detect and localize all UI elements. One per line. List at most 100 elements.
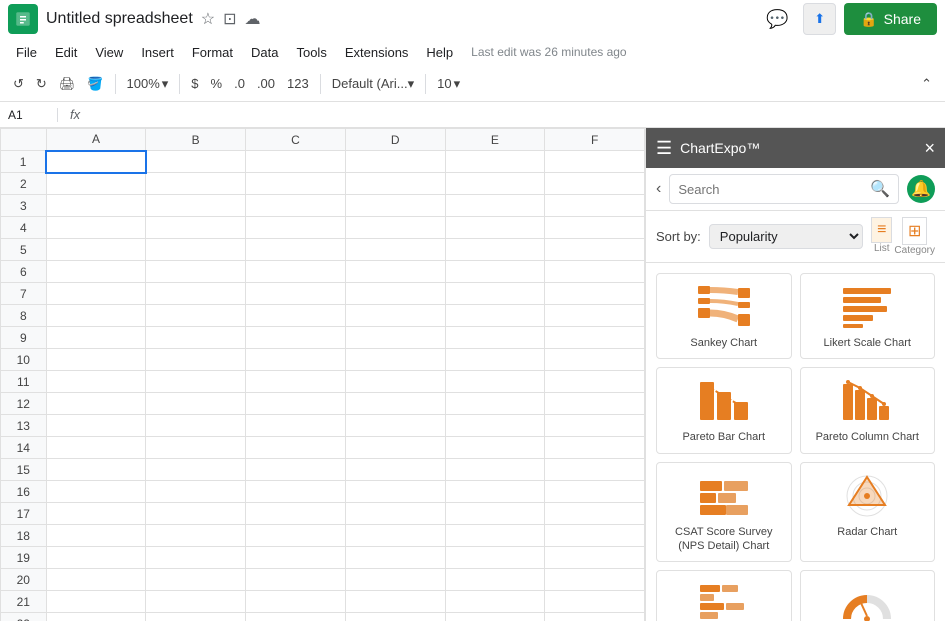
cell-F12[interactable]	[545, 393, 645, 415]
cell-E10[interactable]	[445, 349, 545, 371]
cell-E11[interactable]	[445, 371, 545, 393]
cell-F17[interactable]	[545, 503, 645, 525]
search-input[interactable]	[678, 182, 866, 197]
cell-C2[interactable]	[246, 173, 346, 195]
cell-F22[interactable]	[545, 613, 645, 621]
cell-C22[interactable]	[246, 613, 346, 621]
cell-A3[interactable]	[46, 195, 146, 217]
cloud-icon[interactable]: ☁	[245, 9, 261, 29]
cell-A13[interactable]	[46, 415, 146, 437]
chart-item-pareto-col[interactable]: Pareto Column Chart	[800, 367, 936, 453]
cell-E20[interactable]	[445, 569, 545, 591]
cell-D13[interactable]	[345, 415, 445, 437]
cell-F9[interactable]	[545, 327, 645, 349]
cell-B10[interactable]	[146, 349, 246, 371]
cell-A20[interactable]	[46, 569, 146, 591]
cell-F14[interactable]	[545, 437, 645, 459]
cell-F16[interactable]	[545, 481, 645, 503]
cell-D20[interactable]	[345, 569, 445, 591]
cell-A2[interactable]	[46, 173, 146, 195]
cell-A9[interactable]	[46, 327, 146, 349]
cell-C7[interactable]	[246, 283, 346, 305]
share-button[interactable]: 🔒 Share	[844, 3, 937, 35]
chart-item-gauge[interactable]: Gauge Chart	[800, 570, 936, 621]
cell-B9[interactable]	[146, 327, 246, 349]
cell-A6[interactable]	[46, 261, 146, 283]
cell-F1[interactable]	[545, 151, 645, 173]
cell-E9[interactable]	[445, 327, 545, 349]
cell-C20[interactable]	[246, 569, 346, 591]
currency-button[interactable]: $	[186, 73, 203, 94]
print-button[interactable]: 🖨	[54, 73, 81, 95]
cell-F4[interactable]	[545, 217, 645, 239]
cell-E2[interactable]	[445, 173, 545, 195]
cell-F3[interactable]	[545, 195, 645, 217]
cell-B4[interactable]	[146, 217, 246, 239]
cell-C19[interactable]	[246, 547, 346, 569]
cell-A15[interactable]	[46, 459, 146, 481]
cell-B1[interactable]	[146, 151, 246, 173]
cell-B21[interactable]	[146, 591, 246, 613]
cell-E13[interactable]	[445, 415, 545, 437]
cell-D2[interactable]	[345, 173, 445, 195]
cell-A12[interactable]	[46, 393, 146, 415]
cell-D17[interactable]	[345, 503, 445, 525]
cell-D19[interactable]	[345, 547, 445, 569]
redo-button[interactable]: ↻	[31, 73, 52, 95]
cell-D6[interactable]	[345, 261, 445, 283]
menu-data[interactable]: Data	[243, 42, 286, 63]
col-header-C[interactable]: C	[246, 129, 346, 151]
cell-B19[interactable]	[146, 547, 246, 569]
cell-F10[interactable]	[545, 349, 645, 371]
cell-A21[interactable]	[46, 591, 146, 613]
cell-B15[interactable]	[146, 459, 246, 481]
cell-A5[interactable]	[46, 239, 146, 261]
cell-C11[interactable]	[246, 371, 346, 393]
cell-F20[interactable]	[545, 569, 645, 591]
cell-B20[interactable]	[146, 569, 246, 591]
chart-item-comparison-bar[interactable]: Comparison Bar Chart	[656, 570, 792, 621]
cell-B7[interactable]	[146, 283, 246, 305]
cell-D8[interactable]	[345, 305, 445, 327]
cell-E16[interactable]	[445, 481, 545, 503]
cell-E19[interactable]	[445, 547, 545, 569]
cell-C1[interactable]	[246, 151, 346, 173]
cell-A16[interactable]	[46, 481, 146, 503]
menu-format[interactable]: Format	[184, 42, 241, 63]
formula-input[interactable]	[92, 108, 937, 122]
cell-B14[interactable]	[146, 437, 246, 459]
toolbar-expand-button[interactable]: ⌃	[916, 73, 937, 95]
chart-item-sankey[interactable]: Sankey Chart	[656, 273, 792, 359]
save-icon[interactable]: ⊡	[223, 9, 236, 29]
cell-D21[interactable]	[345, 591, 445, 613]
search-icon-btn[interactable]: 🔍	[870, 179, 890, 199]
cell-D9[interactable]	[345, 327, 445, 349]
cell-A18[interactable]	[46, 525, 146, 547]
cell-D3[interactable]	[345, 195, 445, 217]
cell-D16[interactable]	[345, 481, 445, 503]
cell-C12[interactable]	[246, 393, 346, 415]
cell-E21[interactable]	[445, 591, 545, 613]
cell-C17[interactable]	[246, 503, 346, 525]
cell-E7[interactable]	[445, 283, 545, 305]
cell-A11[interactable]	[46, 371, 146, 393]
cell-A14[interactable]	[46, 437, 146, 459]
col-header-A[interactable]: A	[46, 129, 146, 151]
cell-D10[interactable]	[345, 349, 445, 371]
cell-E8[interactable]	[445, 305, 545, 327]
cell-D11[interactable]	[345, 371, 445, 393]
font-selector[interactable]: Default (Ari... ▾	[327, 73, 419, 95]
chart-item-pareto-bar[interactable]: Pareto Bar Chart	[656, 367, 792, 453]
menu-help[interactable]: Help	[418, 42, 461, 63]
cell-D12[interactable]	[345, 393, 445, 415]
cell-F18[interactable]	[545, 525, 645, 547]
menu-insert[interactable]: Insert	[133, 42, 182, 63]
cell-D4[interactable]	[345, 217, 445, 239]
cell-C18[interactable]	[246, 525, 346, 547]
cell-F7[interactable]	[545, 283, 645, 305]
zoom-selector[interactable]: 100% ▾	[122, 73, 174, 95]
cell-F11[interactable]	[545, 371, 645, 393]
cell-B22[interactable]	[146, 613, 246, 621]
cell-F21[interactable]	[545, 591, 645, 613]
cell-A19[interactable]	[46, 547, 146, 569]
